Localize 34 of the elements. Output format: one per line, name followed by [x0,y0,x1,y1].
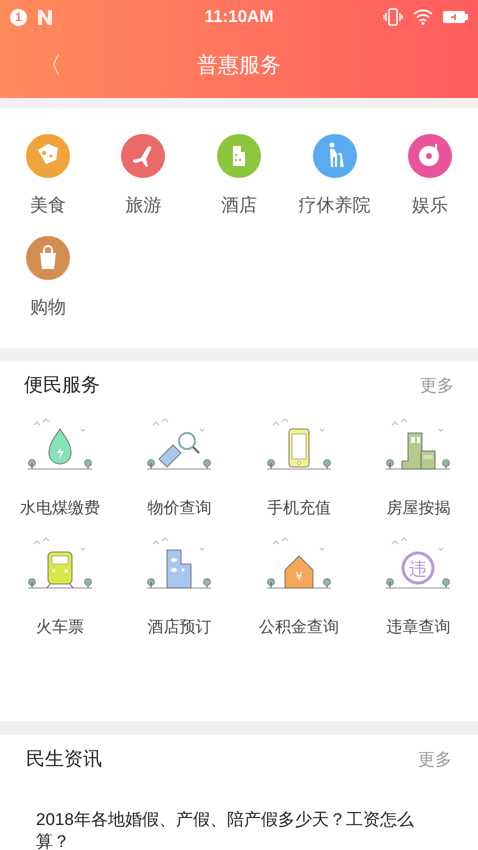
app-logo-icon [37,8,53,26]
news-headline[interactable]: 2018年各地婚假、产假、陪产假多少天？工资怎么算？ [36,809,442,850]
office-building-drawing[interactable] [145,536,214,590]
train-drawing[interactable] [26,536,94,590]
music-disc-icon[interactable] [408,134,452,178]
service-label[interactable]: 物价查询 [147,497,212,521]
building-drawing[interactable] [384,417,452,471]
water-drop-drawing[interactable] [26,417,94,471]
battery-icon [443,10,468,24]
service-label[interactable]: 火车票 [36,616,84,640]
vibrate-icon [383,7,403,27]
category-label[interactable]: 旅游 [125,192,162,219]
phone-drawing[interactable] [264,417,333,471]
walker-figure-icon[interactable] [312,134,357,178]
category-label[interactable]: 疗休养院 [298,192,371,219]
shopping-bag-icon[interactable] [26,236,70,280]
price-tag-drawing[interactable] [145,417,214,471]
service-label[interactable]: 水电煤缴费 [20,497,100,521]
wifi-icon [413,9,433,25]
section-title: 民生资讯 [26,748,102,772]
status-time: 11:10AM [204,6,274,28]
service-label[interactable]: 公积金查询 [258,616,339,640]
service-label[interactable]: 违章查询 [386,616,450,640]
section-title: 便民服务 [24,374,100,398]
service-label[interactable]: 酒店预订 [147,616,212,640]
service-label[interactable]: 房屋按揭 [386,497,450,521]
category-label[interactable]: 美食 [30,192,66,219]
building-icon[interactable] [216,134,261,178]
notification-count: 1 [10,8,27,26]
category-label[interactable]: 酒店 [220,192,257,219]
category-label[interactable]: 购物 [30,294,66,321]
service-label[interactable]: 手机充值 [266,497,331,521]
category-label[interactable]: 娱乐 [412,192,448,219]
page-title: 普惠服务 [197,53,281,80]
